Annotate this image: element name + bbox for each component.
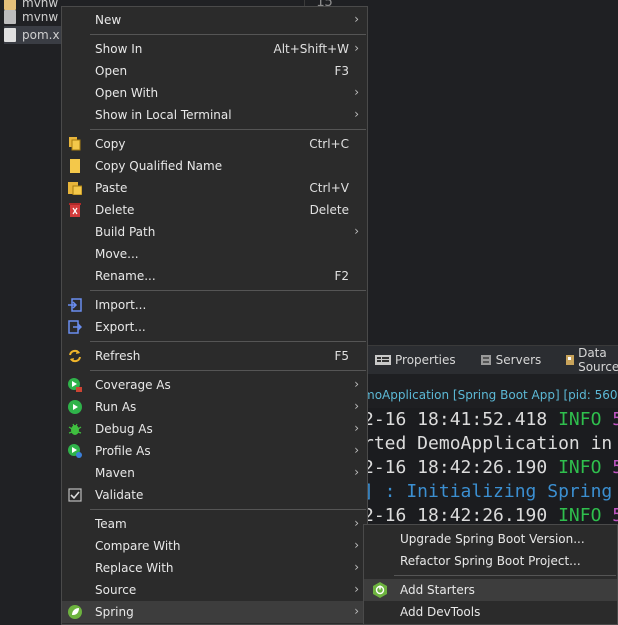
shortcut: Delete [309,203,349,217]
chevron-right-icon: › [354,538,359,552]
menu-item-add-starters[interactable]: Add Starters [364,579,617,601]
console-line: 2-16 18:42:26.190 INFO 56 [363,457,618,478]
chevron-right-icon: › [354,465,359,479]
checkbox-icon [68,488,82,502]
data-source-icon [566,355,575,365]
shortcut: Ctrl+V [309,181,349,195]
menu-item-source[interactable]: Source › [62,579,367,601]
menu-item-profile-as[interactable]: Profile As › [62,440,367,462]
menu-item-paste[interactable]: Paste Ctrl+V [62,177,367,199]
chevron-right-icon: › [354,443,359,457]
shortcut: F3 [334,64,349,78]
chevron-right-icon: › [354,516,359,530]
menu-item-replace-with[interactable]: Replace With › [62,557,367,579]
spring-submenu: Upgrade Spring Boot Version... Refactor … [363,524,618,625]
menu-item-add-devtools[interactable]: Add DevTools [364,601,617,623]
menu-item-import[interactable]: Import... [62,294,367,316]
menu-item-refresh[interactable]: Refresh F5 [62,345,367,367]
menu-item-copy[interactable]: Copy Ctrl+C [62,133,367,155]
xml-file-icon [4,28,16,42]
menu-item-run-as[interactable]: Run As › [62,396,367,418]
profile-icon [68,444,82,458]
console-line: ] : Initializing Spring [363,481,613,502]
tab-properties[interactable]: Properties [371,353,460,367]
shortcut: Alt+Shift+W [273,42,350,56]
menu-item-delete[interactable]: Delete Delete [62,199,367,221]
chevron-right-icon: › [354,41,359,55]
menu-item-show-in[interactable]: Show In Alt+Shift+W › [62,38,367,60]
tab-label: Properties [395,353,456,367]
menu-item-new[interactable]: New › [62,9,367,31]
menu-item-coverage-as[interactable]: Coverage As › [62,374,367,396]
properties-icon [375,355,391,365]
menu-item-compare-with[interactable]: Compare With › [62,535,367,557]
tree-item-label: mvnw [22,10,59,24]
chevron-right-icon: › [354,560,359,574]
paste-icon [68,182,82,195]
tab-label: Servers [495,353,542,367]
chevron-right-icon: › [354,604,359,618]
tree-item-pom-xml[interactable]: pom.x [4,26,62,44]
menu-separator [90,341,366,342]
menu-separator [394,575,616,576]
chevron-right-icon: › [354,224,359,238]
export-icon [68,320,82,334]
chevron-right-icon: › [354,85,359,99]
menu-item-export[interactable]: Export... [62,316,367,338]
menu-item-team[interactable]: Team › [62,513,367,535]
spring-icon [68,605,82,619]
chevron-right-icon: › [354,582,359,596]
menu-item-validate[interactable]: Validate [62,484,367,506]
menu-separator [90,509,366,510]
debug-icon [68,423,82,435]
delete-icon [69,203,81,217]
menu-item-refactor-spring-boot-project[interactable]: Refactor Spring Boot Project... [364,550,617,572]
tab-servers[interactable]: Servers [476,353,546,367]
views-tab-bar: Properties Servers Data Source [363,345,618,374]
menu-item-build-path[interactable]: Build Path › [62,221,367,243]
tab-label: Data Source [578,346,618,374]
file-icon [4,10,16,24]
menu-separator [90,370,366,371]
chevron-right-icon: › [354,421,359,435]
tree-item-label: pom.x [22,28,60,42]
chevron-right-icon: › [354,12,359,26]
chevron-right-icon: › [354,377,359,391]
menu-separator [90,34,366,35]
menu-item-move[interactable]: Move... [62,243,367,265]
menu-item-open-with[interactable]: Open With › [62,82,367,104]
copy-icon [69,137,81,151]
menu-item-open[interactable]: Open F3 [62,60,367,82]
chevron-right-icon: › [354,399,359,413]
menu-separator [90,290,366,291]
menu-item-maven[interactable]: Maven › [62,462,367,484]
menu-item-rename[interactable]: Rename... F2 [62,265,367,287]
menu-item-upgrade-spring-boot-version[interactable]: Upgrade Spring Boot Version... [364,528,617,550]
menu-separator [90,129,366,130]
menu-item-copy-qualified-name[interactable]: Copy Qualified Name [62,155,367,177]
refresh-icon [69,349,81,363]
copy-qualified-name-icon [70,159,80,173]
menu-item-debug-as[interactable]: Debug As › [62,418,367,440]
tab-data-source[interactable]: Data Source [561,346,618,374]
spring-boot-icon [373,582,387,598]
console-line: 2-16 18:41:52.418 INFO 56 [363,409,618,430]
servers-icon [480,355,491,365]
console-line: rted DemoApplication in 1 [363,433,618,454]
chevron-right-icon: › [354,107,359,121]
shortcut: Ctrl+C [309,137,349,151]
shortcut: F2 [334,269,349,283]
tree-item-mvnw-cmd[interactable]: mvnw [4,8,58,26]
menu-item-spring[interactable]: Spring › [62,601,367,623]
run-icon [68,400,82,414]
menu-item-show-in-local-terminal[interactable]: Show in Local Terminal › [62,104,367,126]
console-header: moApplication [Spring Boot App] [pid: 56… [363,388,618,402]
import-icon [68,298,82,312]
shortcut: F5 [334,349,349,363]
context-menu: New › Show In Alt+Shift+W › Open F3 Open… [61,6,368,625]
coverage-icon [68,378,82,392]
